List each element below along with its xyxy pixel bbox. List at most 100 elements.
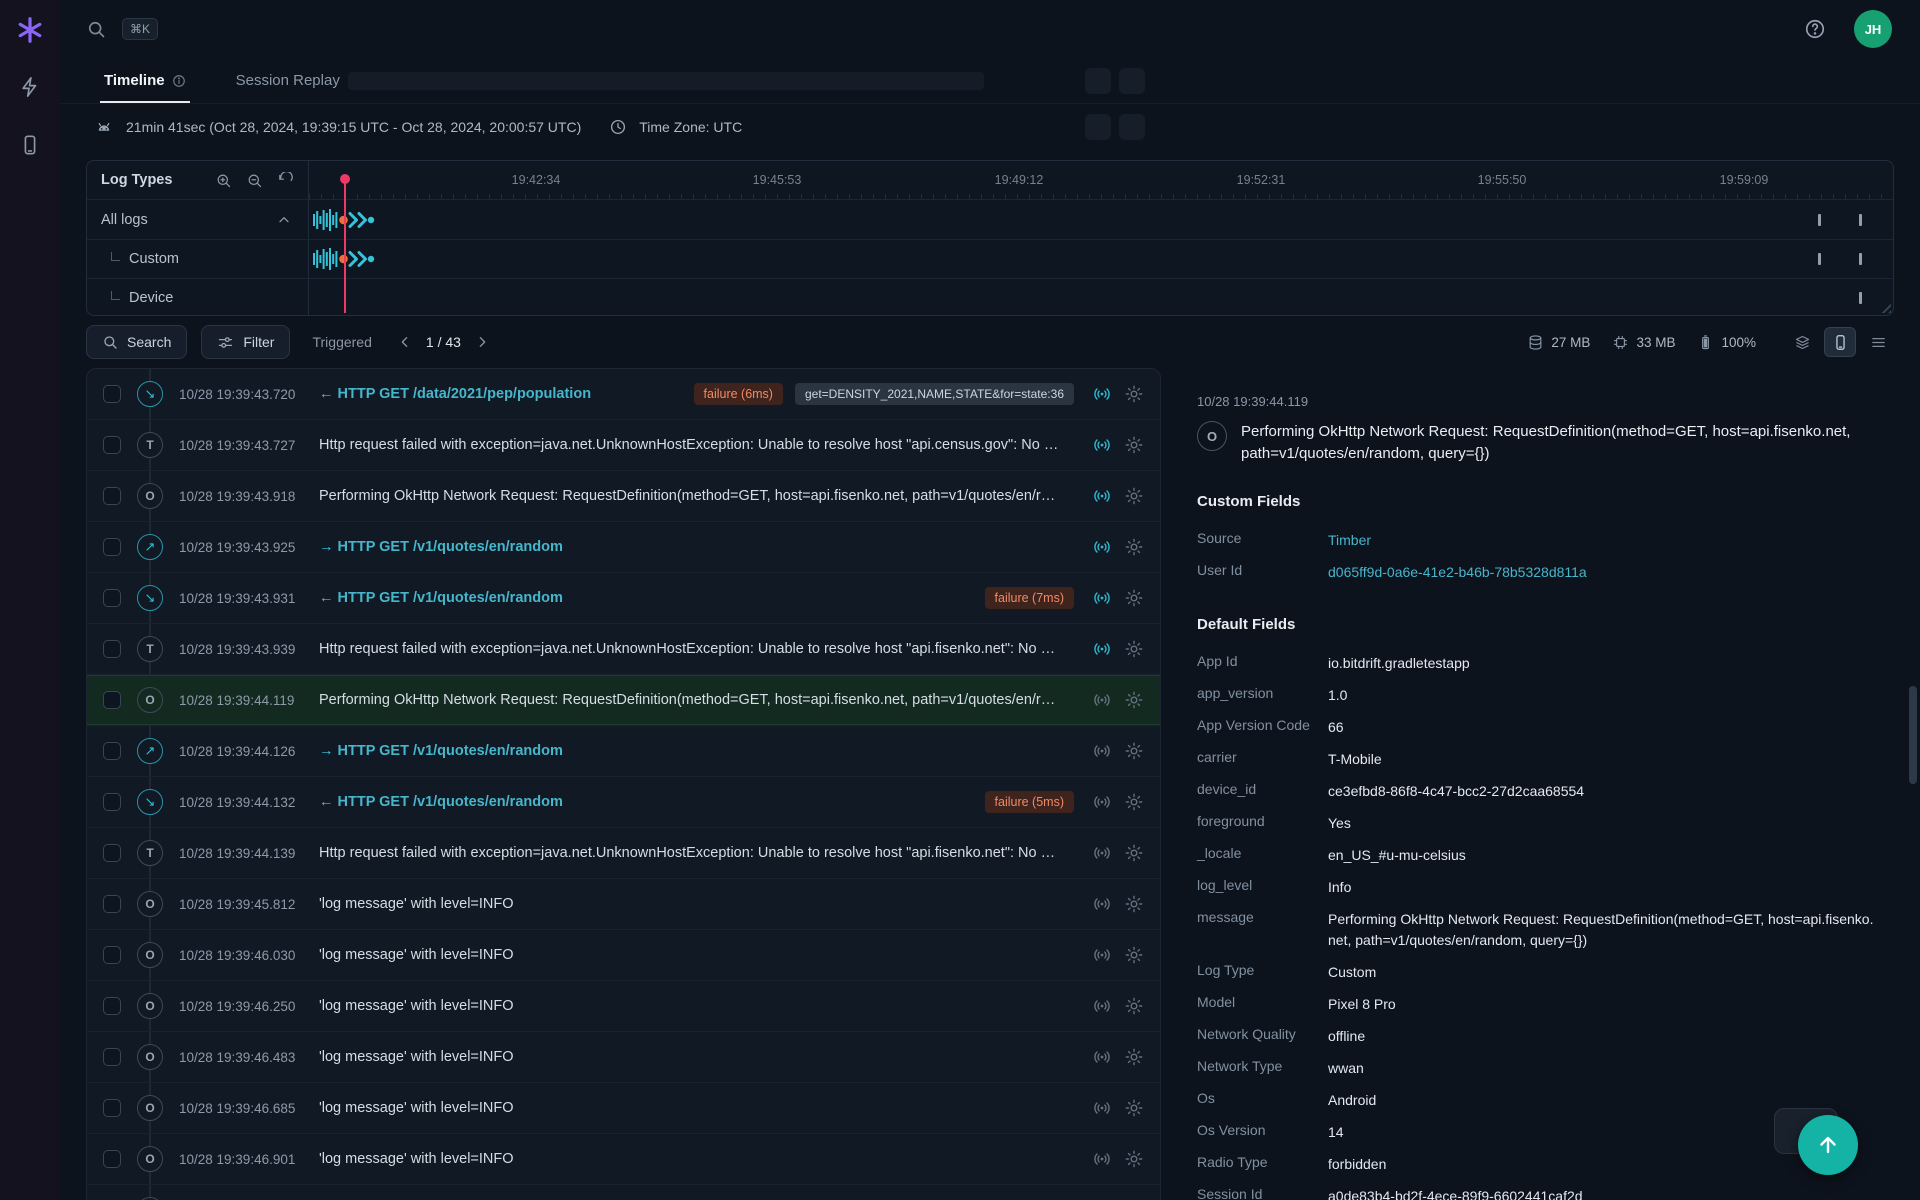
sun-icon[interactable] xyxy=(1124,435,1144,455)
search-logs-button[interactable]: Search xyxy=(86,325,188,359)
sun-icon[interactable] xyxy=(1124,741,1144,761)
radio-signal-icon[interactable] xyxy=(1092,996,1112,1016)
log-row[interactable]: O 10/28 19:39:46.250 'log message' with le… xyxy=(87,981,1160,1032)
log-row[interactable]: T 10/28 19:39:44.139 Http request failed w… xyxy=(87,828,1160,879)
field-value[interactable]: Timber xyxy=(1328,530,1874,551)
radio-signal-icon[interactable] xyxy=(1092,435,1112,455)
redacted-block xyxy=(1085,114,1111,140)
tab-session-replay[interactable]: Session Replay xyxy=(232,58,365,103)
timeline-track[interactable] xyxy=(309,279,1893,315)
field-label: Log Type xyxy=(1197,961,1255,978)
sun-icon[interactable] xyxy=(1124,792,1144,812)
sun-icon[interactable] xyxy=(1124,690,1144,710)
log-row[interactable]: O 10/28 19:39:45.812 'log message' with le… xyxy=(87,879,1160,930)
row-checkbox[interactable] xyxy=(103,1048,121,1066)
help-icon[interactable] xyxy=(1804,18,1826,40)
scroll-to-top-button[interactable] xyxy=(1798,1115,1858,1175)
row-checkbox[interactable] xyxy=(103,691,121,709)
row-checkbox[interactable] xyxy=(103,742,121,760)
radio-signal-icon[interactable] xyxy=(1092,1149,1112,1169)
radio-signal-icon[interactable] xyxy=(1092,894,1112,914)
sun-icon[interactable] xyxy=(1124,486,1144,506)
sun-icon[interactable] xyxy=(1124,843,1144,863)
radio-signal-icon[interactable] xyxy=(1092,690,1112,710)
sun-icon[interactable] xyxy=(1124,1149,1144,1169)
scrollbar-thumb[interactable] xyxy=(1909,686,1917,784)
timeline-row-label[interactable]: Custom xyxy=(87,240,309,278)
sun-icon[interactable] xyxy=(1124,537,1144,557)
log-row[interactable]: O 10/28 19:39:44.119 Performing OkHttp Net… xyxy=(87,675,1160,726)
tab-timeline[interactable]: Timeline xyxy=(100,58,190,103)
log-row[interactable]: ↗ 10/28 19:39:43.925 → HTTP GET /v1/quotes… xyxy=(87,522,1160,573)
log-row[interactable]: T 10/28 19:39:43.727 Http request failed w… xyxy=(87,420,1160,471)
zoom-in-icon[interactable] xyxy=(215,172,232,189)
bitdrift-logo-icon[interactable] xyxy=(13,13,47,47)
log-row[interactable]: T 10/28 19:39:43.939 Http request failed w… xyxy=(87,624,1160,675)
devices-phone-icon[interactable] xyxy=(12,127,48,163)
next-page-icon[interactable] xyxy=(469,329,495,355)
field-value[interactable]: d065ff9d-0a6e-41e2-b46b-78b5328d811a xyxy=(1328,562,1874,583)
radio-signal-icon[interactable] xyxy=(1092,792,1112,812)
timeline-track[interactable] xyxy=(309,240,1893,278)
row-checkbox[interactable] xyxy=(103,793,121,811)
row-checkbox[interactable] xyxy=(103,589,121,607)
zoom-reset-icon[interactable] xyxy=(277,171,294,189)
sun-icon[interactable] xyxy=(1124,996,1144,1016)
row-checkbox[interactable] xyxy=(103,895,121,913)
radio-signal-icon[interactable] xyxy=(1092,843,1112,863)
row-checkbox[interactable] xyxy=(103,844,121,862)
log-row[interactable]: O10/28 19:39:47.121'log message' with le… xyxy=(87,1185,1160,1200)
page-scrollbar[interactable] xyxy=(1908,0,1918,1200)
row-checkbox[interactable] xyxy=(103,436,121,454)
row-checkbox[interactable] xyxy=(103,1150,121,1168)
row-checkbox[interactable] xyxy=(103,385,121,403)
global-search[interactable]: ⌘K xyxy=(86,18,1804,40)
info-icon[interactable] xyxy=(172,74,186,88)
log-row[interactable]: ↘ 10/28 19:39:43.931 ← HTTP GET /v1/quotes… xyxy=(87,573,1160,624)
radio-signal-icon[interactable] xyxy=(1092,639,1112,659)
radio-signal-icon[interactable] xyxy=(1092,384,1112,404)
log-row[interactable]: ↗ 10/28 19:39:44.126 → HTTP GET /v1/quotes… xyxy=(87,726,1160,777)
row-checkbox[interactable] xyxy=(103,640,121,658)
log-row[interactable]: O 10/28 19:39:46.030 'log message' with le… xyxy=(87,930,1160,981)
radio-signal-icon[interactable] xyxy=(1092,945,1112,965)
radio-signal-icon[interactable] xyxy=(1092,1098,1112,1118)
events-bolt-icon[interactable] xyxy=(12,69,48,105)
timeline-row-label[interactable]: All logs xyxy=(87,200,309,239)
radio-signal-icon[interactable] xyxy=(1092,486,1112,506)
timeline-track[interactable] xyxy=(309,200,1893,239)
avatar[interactable]: JH xyxy=(1854,10,1892,48)
row-checkbox[interactable] xyxy=(103,1099,121,1117)
timeline-row-label[interactable]: Device xyxy=(87,279,309,315)
row-checkbox[interactable] xyxy=(103,487,121,505)
row-checkbox[interactable] xyxy=(103,946,121,964)
sun-icon[interactable] xyxy=(1124,894,1144,914)
playhead[interactable] xyxy=(340,174,350,313)
log-row[interactable]: O 10/28 19:39:43.918 Performing OkHttp Net… xyxy=(87,471,1160,522)
log-row[interactable]: O 10/28 19:39:46.685 'log message' with le… xyxy=(87,1083,1160,1134)
sun-icon[interactable] xyxy=(1124,639,1144,659)
collapse-chevron-icon[interactable] xyxy=(276,212,292,228)
log-row[interactable]: ↘ 10/28 19:39:43.720 ← HTTP GET /data/2021… xyxy=(87,369,1160,420)
sun-icon[interactable] xyxy=(1124,384,1144,404)
sun-icon[interactable] xyxy=(1124,1098,1144,1118)
tree-elbow-icon xyxy=(111,251,120,261)
log-row[interactable]: O 10/28 19:39:46.483 'log message' with le… xyxy=(87,1032,1160,1083)
row-checkbox[interactable] xyxy=(103,538,121,556)
row-checkbox[interactable] xyxy=(103,997,121,1015)
sun-icon[interactable] xyxy=(1124,588,1144,608)
zoom-out-icon[interactable] xyxy=(246,172,263,189)
sun-icon[interactable] xyxy=(1124,1047,1144,1067)
prev-page-icon[interactable] xyxy=(392,329,418,355)
sun-icon[interactable] xyxy=(1124,945,1144,965)
radio-signal-icon[interactable] xyxy=(1092,588,1112,608)
radio-signal-icon[interactable] xyxy=(1092,741,1112,761)
radio-signal-icon[interactable] xyxy=(1092,537,1112,557)
layers-view-icon[interactable] xyxy=(1786,327,1818,357)
filter-button[interactable]: Filter xyxy=(201,325,291,359)
list-view-icon[interactable] xyxy=(1862,327,1894,357)
log-row[interactable]: O 10/28 19:39:46.901 'log message' with le… xyxy=(87,1134,1160,1185)
device-view-icon[interactable] xyxy=(1824,327,1856,357)
radio-signal-icon[interactable] xyxy=(1092,1047,1112,1067)
log-row[interactable]: ↘ 10/28 19:39:44.132 ← HTTP GET /v1/quotes… xyxy=(87,777,1160,828)
